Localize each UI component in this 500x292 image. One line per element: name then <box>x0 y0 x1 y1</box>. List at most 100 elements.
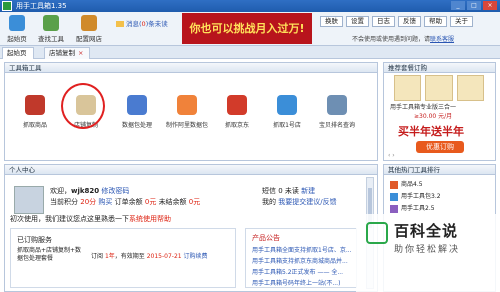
watermark: 百科全说 助你轻松解决 <box>356 214 500 292</box>
product-notice-box: 产品公告 用手工具箱全面支持抓取1号店、京... 用手工具箱支持抓京东商城商品并… <box>245 228 357 288</box>
promo-panel[interactable]: 用手工具箱专业版三合一 ≥30.00 元/月 买半年送半年 优惠订购 ‹ › <box>383 73 496 161</box>
tool-data-package-label: 数据包处理 <box>121 122 152 129</box>
order-balance-value: 0元 <box>144 198 157 206</box>
help-button[interactable]: 帮助 <box>424 16 447 27</box>
tool-rank-query[interactable]: 宝贝排名查询 <box>315 95 359 129</box>
notice-item[interactable]: 用手工具箱全面支持抓取1号店、京... <box>252 245 352 254</box>
messages-link[interactable]: 消息(0)条未读 <box>116 18 168 28</box>
promo-headline: 买半年送半年 <box>398 125 464 138</box>
jd-icon <box>227 95 247 115</box>
subscribe-period: 1年 <box>104 253 115 260</box>
close-button[interactable]: × <box>483 1 497 10</box>
tools-panel-header: 工具箱工具 <box>4 62 378 73</box>
mail-icon <box>116 21 124 27</box>
tool-rank-query-label: 宝贝排名查询 <box>318 122 355 129</box>
toolbar-home-label: 起始页 <box>7 35 27 43</box>
intro-text: 初次使用，我们建议您点这里熟悉一下 <box>10 215 129 223</box>
highlight-circle <box>61 83 105 129</box>
ranking-item[interactable]: 用手工具包3.2 <box>390 191 441 201</box>
my-label: 我的 <box>262 198 276 206</box>
ranking-item[interactable]: 用手工具2.5 <box>390 203 435 213</box>
tool-grab-product-label: 抓取商品 <box>22 122 47 129</box>
tab-bar: 起始页 店铺复制 × <box>0 46 500 59</box>
ranking-item-name: 商品4.5 <box>401 181 423 188</box>
tool-jd[interactable]: 抓取京东 <box>215 95 259 129</box>
system-help-link[interactable]: 系统使用帮助 <box>129 215 171 223</box>
home-icon <box>9 15 25 31</box>
maximize-button[interactable]: □ <box>467 1 481 10</box>
sms-row: 短信 0 未读 新建 <box>262 186 315 196</box>
tool-grab-product[interactable]: 抓取商品 <box>13 95 57 129</box>
rank-query-icon <box>327 95 347 115</box>
greeting-label: 欢迎， <box>50 187 71 195</box>
window-title: 用手工具箱1.35 <box>16 2 67 10</box>
renew-link[interactable]: 订购续费 <box>184 253 208 260</box>
ranking-item-icon <box>390 180 398 189</box>
promo-panel-header: 推荐套餐订购 <box>383 62 496 73</box>
grab-product-icon <box>25 95 45 115</box>
product-notice-title: 产品公告 <box>252 234 280 242</box>
contact-support-link[interactable]: 联系客服 <box>430 36 454 43</box>
minimize-button[interactable]: _ <box>451 1 465 10</box>
feedback-row: 我的 我要提交建议/反馈 <box>262 197 337 207</box>
toolbar-find-tool[interactable]: 查找工具 <box>36 15 66 43</box>
tab-home-label: 起始页 <box>7 49 27 57</box>
notice-item[interactable]: 用手工具箱支持抓京东商城商品并... <box>252 256 348 265</box>
watermark-subtitle: 助你轻松解决 <box>394 245 461 255</box>
subscribe-label: 订阅 <box>91 253 104 260</box>
username: wjk820 <box>71 187 100 195</box>
subscription-row: 订阅 1年，有效期至 2015-07-21 订购续费 <box>91 251 208 260</box>
tab-close-icon[interactable]: × <box>78 49 83 57</box>
ranking-item[interactable]: 商品4.5 <box>390 179 423 189</box>
toolbar-configure-shop[interactable]: 配置网店 <box>74 15 104 43</box>
skin-button[interactable]: 换肤 <box>320 16 343 27</box>
intro-row: 初次使用，我们建议您点这里熟悉一下系统使用帮助 <box>10 214 171 224</box>
ranking-item-name: 用手工具包3.2 <box>401 193 441 200</box>
tool-jd-label: 抓取京东 <box>224 122 249 129</box>
new-sms-link[interactable]: 新建 <box>301 187 315 195</box>
user-panel-header: 个人中心 <box>4 164 378 175</box>
settings-button[interactable]: 设置 <box>346 16 369 27</box>
main-toolbar: 起始页 查找工具 配置网店 消息(0)条未读 你也可以挑战月入过万! 换肤 设置… <box>0 12 500 46</box>
buy-points-link[interactable]: 购买 <box>98 198 112 206</box>
notice-item[interactable]: 用手工具箱号码年终上一站(不...) <box>252 278 340 287</box>
messages-label: 消息( <box>126 20 142 28</box>
toolbar-find-tool-label: 查找工具 <box>38 35 64 43</box>
app-icon <box>2 1 12 11</box>
find-tool-icon <box>43 15 59 31</box>
sms-label: 短信 0 未读 <box>262 187 299 195</box>
tool-yhd[interactable]: 抓取1号店 <box>265 95 309 129</box>
ranking-item-icon <box>390 204 398 213</box>
promo-nav-arrows[interactable]: ‹ › <box>388 152 395 159</box>
promo-order-button[interactable]: 优惠订购 <box>416 141 464 153</box>
ranking-item-name: 用手工具2.5 <box>401 205 435 212</box>
promo-product-boxes <box>394 75 484 101</box>
greeting-row: 欢迎，wjk820 修改密码 <box>50 186 129 196</box>
tab-home[interactable]: 起始页 <box>2 47 34 59</box>
unsettled-value: 0元 <box>188 198 201 206</box>
log-button[interactable]: 日志 <box>372 16 395 27</box>
feedback-button[interactable]: 反馈 <box>398 16 421 27</box>
messages-suffix: )条未读 <box>145 20 168 28</box>
tool-yhd-label: 抓取1号店 <box>273 122 301 129</box>
support-notice: 不会使用或使用遇到问题，请联系客服 <box>352 34 454 43</box>
change-password-link[interactable]: 修改密码 <box>101 187 129 195</box>
tool-alibaba-package[interactable]: 制作阿里数据包 <box>165 95 209 129</box>
support-notice-text: 不会使用或使用遇到问题，请 <box>352 36 431 43</box>
about-button[interactable]: 关于 <box>450 16 473 27</box>
tab-shop-copy-label: 店铺复制 <box>49 49 75 57</box>
promo-line1: 用手工具箱专业版三合一 <box>390 104 457 111</box>
yhd-icon <box>277 95 297 115</box>
tool-data-package[interactable]: 数据包处理 <box>115 95 159 129</box>
ad-banner[interactable]: 你也可以挑战月入过万! <box>182 13 312 44</box>
tab-shop-copy[interactable]: 店铺复制 × <box>44 47 91 59</box>
avatar <box>14 186 44 214</box>
points-value: 20分 <box>80 198 97 206</box>
submit-feedback-link[interactable]: 我要提交建议/反馈 <box>278 198 336 206</box>
notice-item[interactable]: 用手工具箱5.2正式发布 —— 全... <box>252 267 343 276</box>
unsettled-label: 未结余额 <box>158 198 187 206</box>
toolbar-home[interactable]: 起始页 <box>2 15 32 43</box>
subscribed-box: 已订购服务 抓取商品+店铺复制+数据包处理套餐 订阅 1年，有效期至 2015-… <box>10 228 236 288</box>
configure-shop-icon <box>81 15 97 31</box>
service-name: 抓取商品+店铺复制+数据包处理套餐 <box>17 247 82 262</box>
